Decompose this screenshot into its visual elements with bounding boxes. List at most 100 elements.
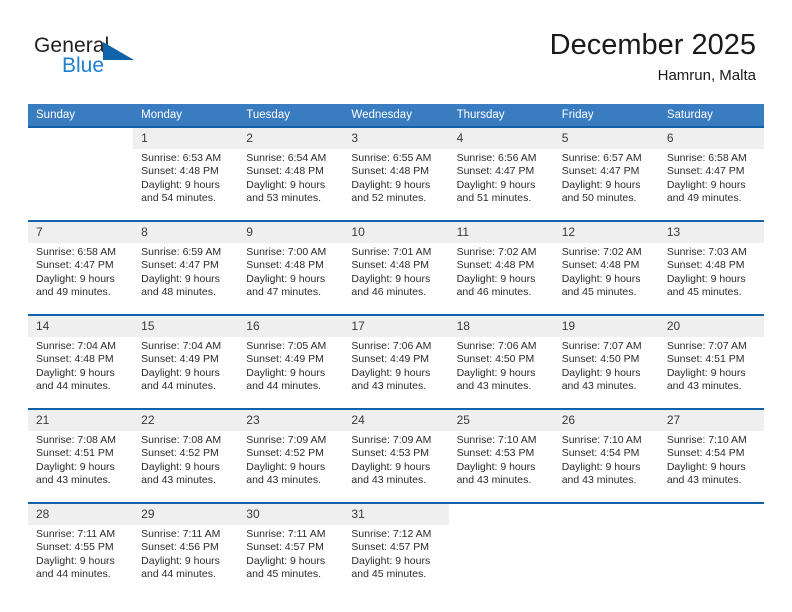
daylight-text: Daylight: 9 hours [36,272,115,285]
sunrise-text: Sunrise: 6:59 AM [141,246,222,258]
day-number[interactable]: 7 [28,222,134,243]
day-cell[interactable]: Sunrise: 7:07 AM Sunset: 4:50 PM Daylight:… [553,337,659,408]
day-cell[interactable]: Sunrise: 6:58 AM Sunset: 4:47 PM Daylight:… [658,149,764,220]
day-cell[interactable]: Sunrise: 6:55 AM Sunset: 4:48 PM Daylight:… [343,149,449,220]
day-number[interactable]: 30 [238,504,344,525]
sunrise-text: Sunrise: 7:02 AM [456,246,537,258]
weekday-header-sunday: Sunday [28,104,134,126]
week-date-row: 28 29 30 31 [28,504,764,525]
day-cell[interactable]: Sunrise: 7:03 AM Sunset: 4:48 PM Daylight:… [658,243,764,314]
day-cell[interactable]: Sunrise: 7:02 AM Sunset: 4:48 PM Daylight:… [448,243,554,314]
daylight-text: and 43 minutes. [246,473,321,486]
sunset-text: Sunset: 4:47 PM [456,165,535,178]
daylight-text: and 46 minutes. [456,285,532,298]
day-number[interactable]: 18 [448,316,554,337]
week-date-row: 14 15 16 17 18 19 20 [28,316,764,337]
daylight-text: and 43 minutes. [456,379,532,392]
day-number[interactable]: 14 [28,316,134,337]
day-cell[interactable]: Sunrise: 7:11 AM Sunset: 4:56 PM Daylight:… [133,525,239,596]
day-number[interactable]: 22 [133,410,239,431]
day-number[interactable]: 31 [343,504,449,525]
sunset-text: Sunset: 4:52 PM [246,447,324,460]
sunset-text: Sunset: 4:49 PM [246,353,324,366]
day-cell[interactable]: Sunrise: 6:58 AM Sunset: 4:47 PM Daylight:… [28,243,134,314]
daylight-text: Daylight: 9 hours [666,178,746,191]
sunset-text: Sunset: 4:48 PM [351,259,430,272]
day-number[interactable]: 6 [658,128,764,149]
day-cell[interactable]: Sunrise: 7:11 AM Sunset: 4:57 PM Daylight:… [238,525,344,596]
day-number[interactable]: 8 [133,222,239,243]
sunrise-text: Sunrise: 7:08 AM [36,434,116,446]
day-number-empty [448,504,554,525]
day-cell[interactable]: Sunrise: 7:04 AM Sunset: 4:48 PM Daylight:… [28,337,134,408]
day-number[interactable]: 16 [238,316,344,337]
day-cell[interactable]: Sunrise: 7:11 AM Sunset: 4:55 PM Daylight:… [28,525,134,596]
daylight-text: Daylight: 9 hours [246,178,326,191]
day-cell[interactable]: Sunrise: 7:08 AM Sunset: 4:52 PM Daylight:… [133,431,239,502]
day-cell[interactable]: Sunrise: 7:00 AM Sunset: 4:48 PM Daylight:… [238,243,344,314]
day-cell[interactable]: Sunrise: 7:10 AM Sunset: 4:54 PM Daylight:… [553,431,659,502]
day-number[interactable]: 3 [343,128,449,149]
day-cell[interactable]: Sunrise: 7:10 AM Sunset: 4:54 PM Daylight:… [658,431,764,502]
daylight-text: Daylight: 9 hours [351,366,431,379]
day-number[interactable]: 2 [238,128,344,149]
day-number-empty [658,504,764,525]
day-cell[interactable]: Sunrise: 7:10 AM Sunset: 4:53 PM Daylight:… [448,431,554,502]
week-date-row: 123456 [28,128,764,149]
sunset-text: Sunset: 4:57 PM [246,541,324,554]
day-number[interactable]: 9 [238,222,344,243]
day-cell-empty [658,525,764,596]
day-cell[interactable]: Sunrise: 7:05 AM Sunset: 4:49 PM Daylight:… [238,337,344,408]
sunset-text: Sunset: 4:57 PM [351,541,430,554]
day-number[interactable]: 15 [133,316,239,337]
sunrise-text: Sunrise: 7:07 AM [666,340,747,352]
sunset-text: Sunset: 4:56 PM [141,541,219,554]
day-number[interactable]: 13 [658,222,764,243]
day-number[interactable]: 29 [133,504,239,525]
day-cell[interactable]: Sunrise: 7:06 AM Sunset: 4:49 PM Daylight:… [343,337,449,408]
day-cell[interactable]: Sunrise: 6:54 AM Sunset: 4:48 PM Daylight:… [238,149,344,220]
general-blue-logo: General Blue [34,34,174,84]
day-number[interactable]: 1 [133,128,239,149]
day-number-empty [28,128,134,149]
daylight-text: Daylight: 9 hours [141,554,220,567]
day-number[interactable]: 4 [448,128,554,149]
daylight-text: and 44 minutes. [141,567,216,580]
day-number[interactable]: 20 [658,316,764,337]
day-cell-empty [553,525,659,596]
day-number[interactable]: 24 [343,410,449,431]
day-number[interactable]: 10 [343,222,449,243]
day-number[interactable]: 28 [28,504,134,525]
day-number[interactable]: 11 [448,222,554,243]
day-number[interactable]: 5 [553,128,659,149]
daylight-text: Daylight: 9 hours [141,460,220,473]
day-cell[interactable]: Sunrise: 7:07 AM Sunset: 4:51 PM Daylight:… [658,337,764,408]
day-cell[interactable]: Sunrise: 7:09 AM Sunset: 4:53 PM Daylight:… [343,431,449,502]
day-cell[interactable]: Sunrise: 6:56 AM Sunset: 4:47 PM Daylight:… [448,149,554,220]
day-number[interactable]: 25 [448,410,554,431]
day-cell[interactable]: Sunrise: 6:59 AM Sunset: 4:47 PM Daylight:… [133,243,239,314]
day-number[interactable]: 21 [28,410,134,431]
day-number[interactable]: 26 [553,410,659,431]
day-cell[interactable]: Sunrise: 6:53 AM Sunset: 4:48 PM Daylight:… [133,149,239,220]
sunset-text: Sunset: 4:53 PM [351,447,430,460]
sunrise-text: Sunrise: 7:00 AM [246,246,327,258]
day-number[interactable]: 19 [553,316,659,337]
day-cell[interactable]: Sunrise: 7:06 AM Sunset: 4:50 PM Daylight:… [448,337,554,408]
day-cell[interactable]: Sunrise: 7:01 AM Sunset: 4:48 PM Daylight:… [343,243,449,314]
day-cell[interactable]: Sunrise: 6:57 AM Sunset: 4:47 PM Daylight:… [553,149,659,220]
sunrise-text: Sunrise: 7:11 AM [36,528,116,540]
day-number[interactable]: 12 [553,222,659,243]
day-number[interactable]: 17 [343,316,449,337]
day-cell[interactable]: Sunrise: 7:08 AM Sunset: 4:51 PM Daylight:… [28,431,134,502]
sunrise-text: Sunrise: 7:10 AM [561,434,642,446]
day-cell[interactable]: Sunrise: 7:04 AM Sunset: 4:49 PM Daylight:… [133,337,239,408]
day-cell[interactable]: Sunrise: 7:09 AM Sunset: 4:52 PM Daylight:… [238,431,344,502]
sunset-text: Sunset: 4:48 PM [561,259,640,272]
day-number[interactable]: 23 [238,410,344,431]
day-cell[interactable]: Sunrise: 7:12 AM Sunset: 4:57 PM Daylight:… [343,525,449,596]
daylight-text: and 43 minutes. [561,379,637,392]
day-number[interactable]: 27 [658,410,764,431]
weekday-header-monday: Monday [133,104,239,126]
day-cell[interactable]: Sunrise: 7:02 AM Sunset: 4:48 PM Daylight:… [553,243,659,314]
